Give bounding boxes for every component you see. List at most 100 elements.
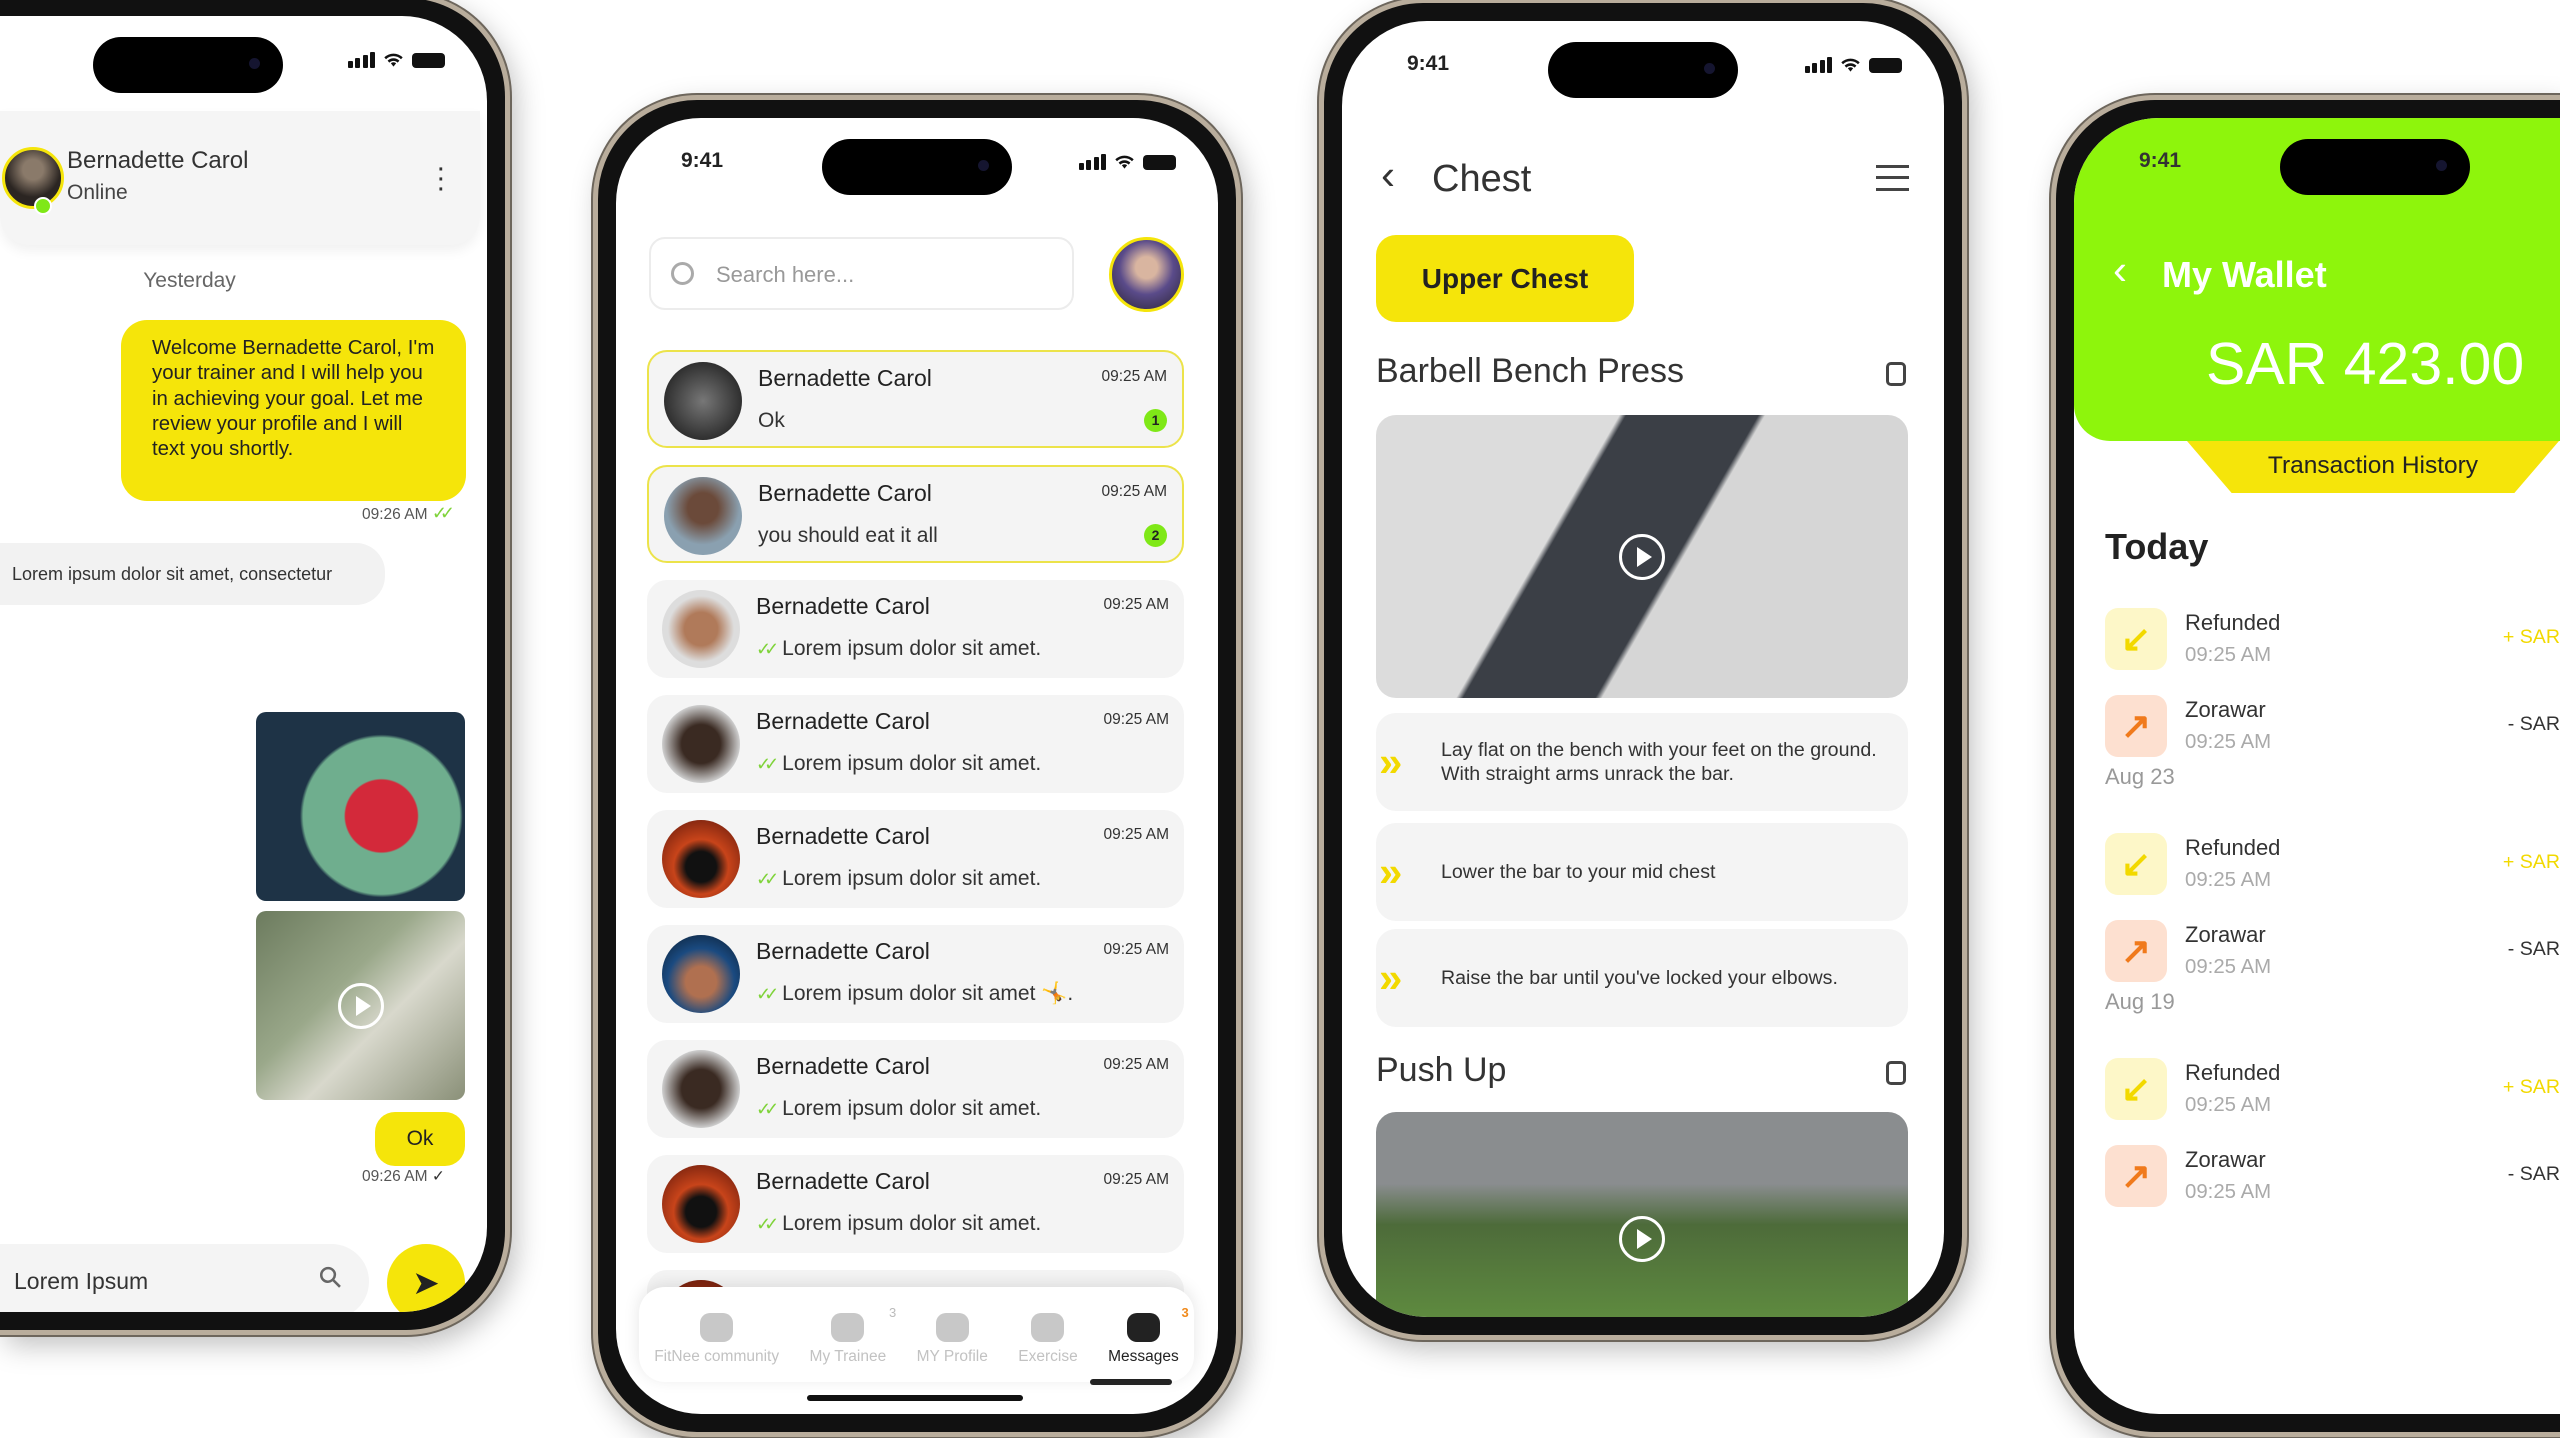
- back-icon[interactable]: ‹: [1381, 151, 1395, 199]
- transaction-amount: - SAR: [2507, 1163, 2560, 1185]
- chat-time: 09:25 AM: [1103, 1056, 1170, 1073]
- chat-avatar: [664, 362, 742, 440]
- message-input-value: Lorem Ipsum: [14, 1268, 149, 1294]
- transaction-row[interactable]: ↗ Zorawar 09:25 AM - SAR: [2105, 1145, 2560, 1210]
- bench-press-video[interactable]: [1376, 415, 1908, 698]
- nav-tab-exercise[interactable]: Exercise: [1018, 1313, 1078, 1366]
- nav-tab-messages[interactable]: 3 Messages: [1108, 1305, 1189, 1366]
- arrow-up-right-icon: ↗: [2105, 920, 2167, 982]
- chat-preview: ✓✓ Lorem ipsum dolor sit amet.: [756, 867, 1041, 891]
- wifi-icon: [1841, 58, 1860, 72]
- chat-preview: you should eat it all: [758, 524, 938, 548]
- nav-tab-my-profile[interactable]: MY Profile: [917, 1313, 988, 1366]
- transaction-history-tab[interactable]: Transaction History: [2187, 441, 2559, 493]
- outgoing-message-text: Welcome Bernadette Carol, I'm your train…: [152, 337, 435, 461]
- dynamic-island: [822, 139, 1012, 195]
- incoming-message-text: Lorem ipsum dolor sit amet, consectetur: [12, 564, 333, 584]
- nav-label: FitNee community: [654, 1348, 780, 1365]
- chat-avatar: [662, 705, 740, 783]
- nav-tab-fitnee-community[interactable]: FitNee community: [654, 1313, 779, 1366]
- active-tab-indicator: [1090, 1379, 1172, 1385]
- nav-label: My Trainee: [809, 1348, 887, 1365]
- chat-item[interactable]: Bernadette Carol 09:25 AM ✓✓ Lorem ipsum …: [647, 1040, 1184, 1138]
- chat-avatar: [662, 1050, 740, 1128]
- video-vegetables[interactable]: [256, 911, 465, 1100]
- chat-item[interactable]: Bernadette Carol 09:25 AM ✓✓ Lorem ipsum …: [647, 580, 1184, 678]
- play-icon[interactable]: [1619, 1216, 1665, 1263]
- mockup-stage: Bernadette Carol Online · · · Yesterday We…: [0, 0, 2560, 1438]
- chat-avatar: [662, 820, 740, 898]
- image-strawberries[interactable]: [256, 712, 465, 901]
- chat-preview: ✓✓ Lorem ipsum dolor sit amet 🤸.: [756, 982, 1073, 1006]
- transaction-row[interactable]: ↙ Refunded 09:25 AM + SAR: [2105, 1058, 2560, 1123]
- double-chevron-icon: »: [1379, 737, 1402, 785]
- more-vertical-icon[interactable]: · · ·: [436, 154, 446, 203]
- send-icon: ➤: [412, 1264, 440, 1301]
- play-icon[interactable]: [1619, 533, 1665, 580]
- status-time: 9:41: [1407, 52, 1450, 75]
- transaction-row[interactable]: ↙ Refunded 09:25 AM + SAR: [2105, 833, 2560, 898]
- dynamic-island: [2280, 139, 2470, 195]
- contact-status: Online: [67, 181, 128, 204]
- message-input[interactable]: Lorem Ipsum ⚲: [0, 1244, 369, 1312]
- transaction-row[interactable]: ↗ Zorawar 09:25 AM - SAR: [2105, 920, 2560, 985]
- chat-header: Bernadette Carol Online · · ·: [0, 111, 480, 245]
- transaction-title: Zorawar: [2185, 697, 2266, 722]
- date-group-label: Aug 19: [2105, 989, 2175, 1014]
- chat-time: 09:25 AM: [1103, 711, 1170, 728]
- date-group-label: Today: [2105, 526, 2209, 567]
- nav-badge: 3: [888, 1305, 897, 1320]
- chat-item[interactable]: Bernadette Carol 09:25 AM ✓✓ Lorem ipsum …: [647, 695, 1184, 793]
- chat-avatar: [664, 477, 742, 555]
- exercise-icon: [1031, 1313, 1065, 1342]
- copy-icon[interactable]: [1886, 1061, 1906, 1085]
- page-title: Chest: [1432, 158, 1532, 200]
- transaction-title: Refunded: [2185, 610, 2281, 635]
- attachment-icon[interactable]: ⚲: [311, 1258, 351, 1298]
- contact-avatar[interactable]: [2, 147, 64, 209]
- chat-item[interactable]: Bernadette Carol 09:25 AM you should eat…: [647, 465, 1184, 563]
- chat-item[interactable]: Bernadette Carol 09:25 AM ✓✓ Lorem ipsum …: [647, 925, 1184, 1023]
- home-indicator: [807, 1395, 1023, 1401]
- chat-preview: ✓✓ Lorem ipsum dolor sit amet.: [756, 637, 1041, 661]
- chat-preview-text: Lorem ipsum dolor sit amet.: [782, 752, 1042, 775]
- filter-icon[interactable]: [1876, 165, 1909, 191]
- chat-name: Bernadette Carol: [756, 1053, 930, 1079]
- chat-item[interactable]: Bernadette Carol 09:25 AM ✓✓ Lorem ipsum …: [647, 810, 1184, 908]
- chat-preview-text: Lorem ipsum dolor sit amet.: [782, 1097, 1042, 1120]
- chat-item[interactable]: Bernadette Carol 09:25 AM ✓✓ Lorem ipsum …: [647, 1155, 1184, 1253]
- play-icon[interactable]: [337, 982, 384, 1029]
- chat-preview-text: Lorem ipsum dolor sit amet 🤸.: [782, 982, 1074, 1005]
- back-icon[interactable]: ‹: [2113, 246, 2127, 294]
- chat-time: 09:25 AM: [1101, 483, 1168, 500]
- chat-name: Bernadette Carol: [756, 708, 930, 734]
- ok-message: Ok: [375, 1112, 465, 1166]
- double-check-icon: ✓✓: [756, 983, 779, 1004]
- date-group-label: Aug 23: [2105, 764, 2175, 789]
- exercise-screen: 9:41 ‹ Chest Upper Chest Barbell Bench P…: [1342, 21, 1944, 1317]
- step-text: Lower the bar to your mid chest: [1441, 860, 1716, 883]
- battery-icon: [412, 52, 445, 68]
- user-avatar[interactable]: [1109, 237, 1184, 312]
- copy-icon[interactable]: [1886, 362, 1906, 386]
- phone-messages: 9:41 Search here... Bernadette Carol 09:…: [593, 95, 1241, 1437]
- chat-screen: Bernadette Carol Online · · · Yesterday We…: [0, 16, 487, 1312]
- transaction-row[interactable]: ↙ Refunded 09:25 AM + SAR: [2105, 608, 2560, 673]
- push-up-video[interactable]: [1376, 1112, 1908, 1317]
- transaction-time: 09:25 AM: [2185, 956, 2272, 978]
- chat-avatar: [662, 590, 740, 668]
- ok-time-text: 09:26 AM: [362, 1168, 428, 1185]
- chat-preview-text: Lorem ipsum dolor sit amet.: [782, 867, 1042, 890]
- chat-time: 09:25 AM: [1103, 826, 1170, 843]
- search-input[interactable]: Search here...: [649, 237, 1074, 310]
- chat-item[interactable]: Bernadette Carol 09:25 AM Ok 1: [647, 350, 1184, 448]
- transaction-row[interactable]: ↗ Zorawar 09:25 AM - SAR: [2105, 695, 2560, 760]
- status-time: 9:41: [2139, 149, 2182, 172]
- upper-chest-button[interactable]: Upper Chest: [1376, 235, 1634, 322]
- nav-tab-my-trainee[interactable]: 3 My Trainee: [809, 1305, 897, 1366]
- search-placeholder: Search here...: [716, 262, 855, 287]
- transaction-title: Zorawar: [2185, 922, 2266, 947]
- profile-icon: [935, 1313, 969, 1342]
- send-button[interactable]: ➤: [387, 1244, 465, 1312]
- outgoing-time: 09:26 AM ✓✓: [362, 503, 455, 524]
